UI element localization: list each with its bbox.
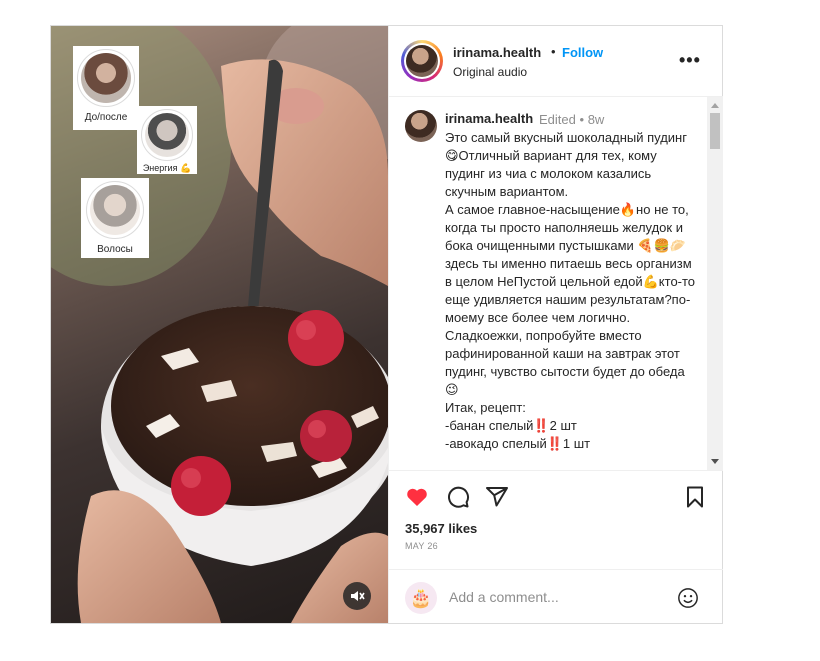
scroll-up-arrow[interactable] bbox=[711, 103, 719, 108]
highlight-cover bbox=[77, 49, 135, 107]
comment-icon[interactable] bbox=[446, 485, 470, 509]
highlight-cover bbox=[141, 109, 193, 161]
highlight-label: Энергия 💪 bbox=[142, 163, 192, 173]
avatar[interactable] bbox=[401, 40, 443, 82]
scroll-down-arrow[interactable] bbox=[711, 459, 719, 464]
separator-dot: • bbox=[579, 112, 585, 127]
post-header: irinama.health • Follow Original audio •… bbox=[389, 26, 723, 97]
post-age[interactable]: 8w bbox=[588, 112, 605, 127]
more-options-button[interactable]: ••• bbox=[679, 50, 701, 71]
comment-input[interactable]: Add a comment... bbox=[449, 589, 559, 605]
caption-scrollbar[interactable] bbox=[707, 97, 723, 470]
post-video[interactable]: До/после Энергия 💪 Волосы bbox=[51, 26, 388, 623]
highlight-cover bbox=[86, 181, 144, 239]
mute-button[interactable] bbox=[343, 582, 371, 610]
audio-link[interactable]: Original audio bbox=[453, 65, 527, 79]
post-details-panel: irinama.health • Follow Original audio •… bbox=[388, 26, 723, 623]
speaker-muted-icon bbox=[351, 591, 365, 601]
highlight-label: Волосы bbox=[97, 244, 133, 255]
share-icon[interactable] bbox=[485, 485, 509, 509]
follow-button[interactable]: Follow bbox=[562, 45, 603, 60]
action-bar: 35,967 likes MAY 26 🎂 Add a comment... bbox=[389, 470, 723, 624]
highlight-energy[interactable]: Энергия 💪 bbox=[137, 106, 197, 174]
caption-text: Это самый вкусный шоколадный пудинг😋Отли… bbox=[445, 130, 696, 451]
add-comment-bar: 🎂 Add a comment... bbox=[389, 569, 723, 625]
caption-area: irinama.health Edited • 8w Это самый вку… bbox=[389, 97, 723, 470]
caption-username[interactable]: irinama.health bbox=[445, 111, 533, 126]
author-username[interactable]: irinama.health bbox=[453, 45, 541, 60]
likes-count[interactable]: 35,967 likes bbox=[405, 521, 477, 536]
heart-icon[interactable] bbox=[405, 485, 429, 509]
edited-label: Edited bbox=[539, 112, 576, 127]
caption-avatar[interactable] bbox=[405, 110, 437, 142]
highlight-before-after[interactable]: До/после bbox=[73, 46, 139, 130]
commenter-avatar: 🎂 bbox=[405, 582, 437, 614]
separator-dot: • bbox=[551, 44, 556, 59]
bookmark-icon[interactable] bbox=[683, 485, 707, 509]
post-date[interactable]: MAY 26 bbox=[405, 541, 438, 551]
instagram-post: До/после Энергия 💪 Волосы irinama.health… bbox=[50, 25, 723, 624]
scroll-thumb[interactable] bbox=[710, 113, 720, 149]
emoji-icon[interactable] bbox=[677, 587, 699, 609]
highlight-label: До/после bbox=[84, 112, 128, 123]
highlight-hair[interactable]: Волосы bbox=[81, 178, 149, 258]
caption-meta: Edited • 8w bbox=[539, 112, 604, 127]
